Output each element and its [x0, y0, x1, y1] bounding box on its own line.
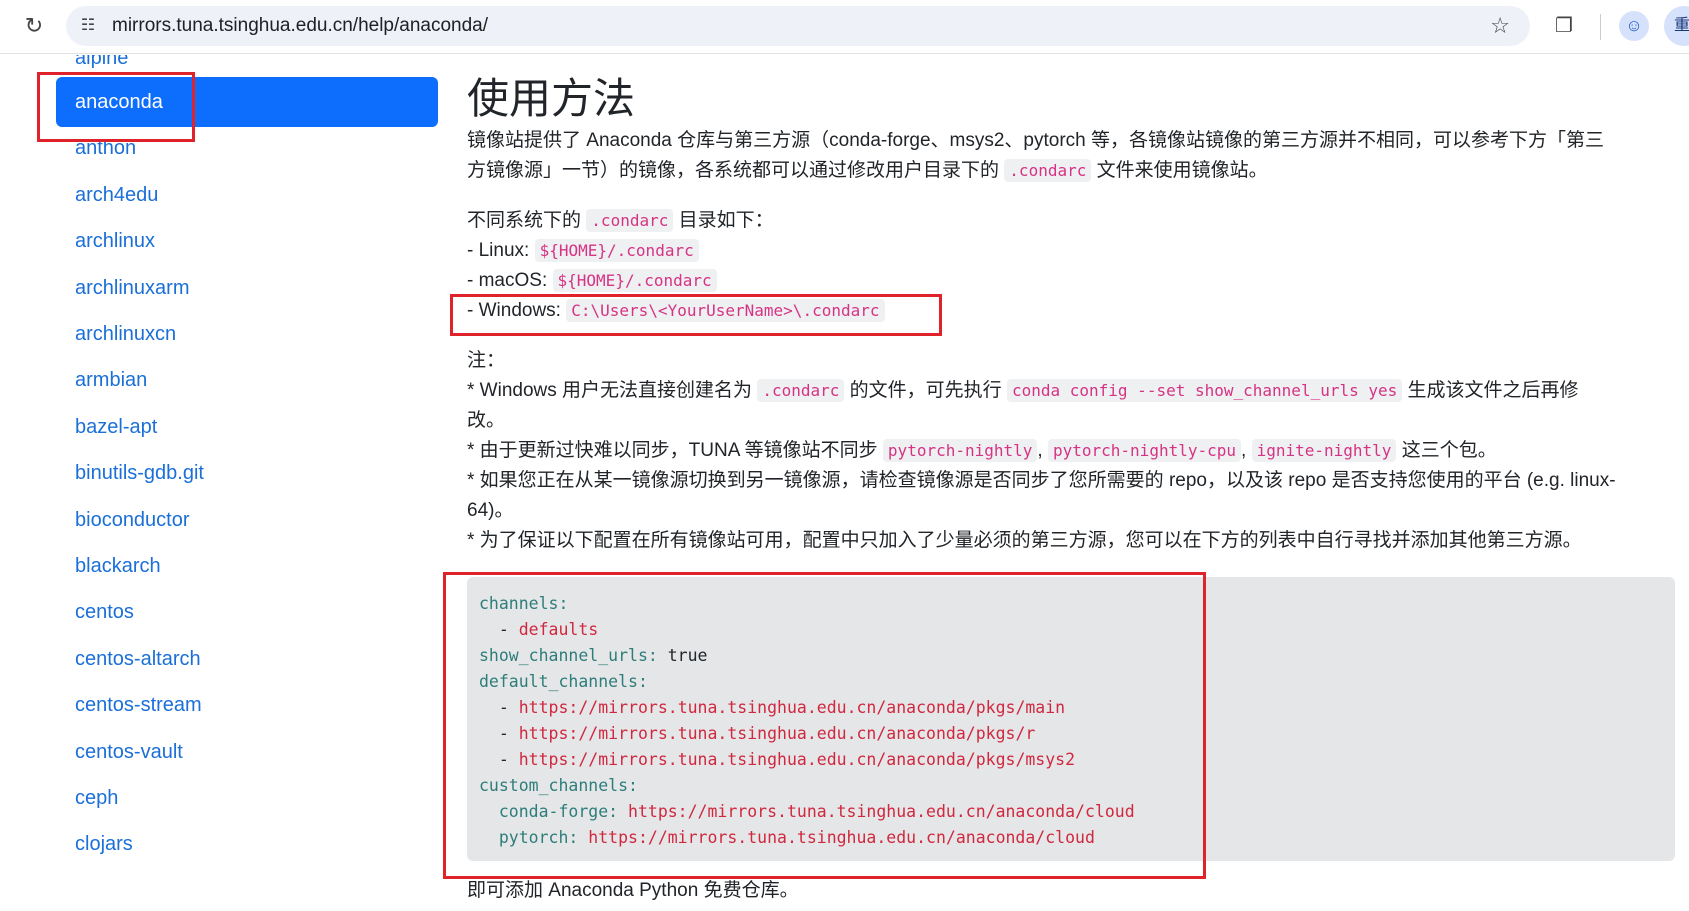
- note-3: * 如果您正在从某一镜像源切换到另一镜像源，请检查镜像源是否同步了您所需要的 r…: [467, 470, 1616, 491]
- sidebar-item-arch4edu[interactable]: arch4edu: [56, 170, 438, 220]
- note-3-cont: 64)。: [467, 500, 514, 521]
- toolbar-divider: [1600, 14, 1601, 40]
- code-line: - https://mirrors.tuna.tsinghua.edu.cn/a…: [479, 724, 1036, 743]
- address-bar[interactable]: ☷ mirrors.tuna.tsinghua.edu.cn/help/anac…: [66, 6, 1530, 46]
- code-line: - https://mirrors.tuna.tsinghua.edu.cn/a…: [479, 750, 1076, 769]
- note-1-cont: 改。: [467, 410, 506, 431]
- page-title: 使用方法: [467, 74, 636, 123]
- intro-line-2: 方镜像源」一节）的镜像，各系统都可以通过修改用户目录下的 .condarc 文件…: [467, 159, 1268, 182]
- notes-heading: 注：: [467, 350, 506, 371]
- inline-code-macos-path: ${HOME}/.condarc: [552, 269, 717, 292]
- inline-code-condarc: .condarc: [586, 209, 674, 232]
- sidebar-item-armbian[interactable]: armbian: [56, 355, 438, 405]
- profile-avatar-icon[interactable]: ☺: [1619, 11, 1649, 41]
- sidebar-item-centos-altarch[interactable]: centos-altarch: [56, 634, 438, 684]
- url-text[interactable]: mirrors.tuna.tsinghua.edu.cn/help/anacon…: [112, 15, 488, 37]
- sidebar-item-archlinuxarm[interactable]: archlinuxarm: [56, 263, 438, 313]
- sidebar-item-bioconductor[interactable]: bioconductor: [56, 495, 438, 545]
- dir-macos: - macOS: ${HOME}/.condarc: [467, 266, 717, 296]
- sidebar-item-centos-vault[interactable]: centos-vault: [56, 727, 438, 777]
- inline-code-conda-config: conda config --set show_channel_urls yes: [1006, 379, 1403, 402]
- sidebar-item-clojars[interactable]: clojars: [56, 819, 438, 869]
- profile-menu-button[interactable]: 重: [1664, 6, 1689, 46]
- inline-code-pytorch-nightly-cpu: pytorch-nightly-cpu: [1047, 439, 1242, 462]
- sidebar-item-archlinuxcn[interactable]: archlinuxcn: [56, 309, 438, 359]
- sidebar-item-centos[interactable]: centos: [56, 587, 438, 637]
- inline-code-ignite-nightly: ignite-nightly: [1251, 439, 1397, 462]
- dir-windows: - Windows: C:\Users\<YourUserName>\.cond…: [467, 296, 885, 326]
- code-line: - https://mirrors.tuna.tsinghua.edu.cn/a…: [479, 698, 1066, 717]
- code-line: channels:: [479, 594, 569, 613]
- code-line: show_channel_urls: true: [479, 646, 708, 665]
- code-line: pytorch: https://mirrors.tuna.tsinghua.e…: [479, 828, 1095, 847]
- intro-line-1: 镜像站提供了 Anaconda 仓库与第三方源（conda-forge、msys…: [467, 130, 1605, 151]
- note-4: * 为了保证以下配置在所有镜像站可用，配置中只加入了少量必须的第三方源，您可以在…: [467, 530, 1582, 551]
- inline-code-windows-path: C:\Users\<YourUserName>\.condarc: [566, 299, 885, 322]
- reload-icon[interactable]: ↻: [20, 12, 48, 40]
- code-line: custom_channels:: [479, 776, 638, 795]
- bookmark-star-icon[interactable]: ☆: [1490, 13, 1510, 39]
- note-1: * Windows 用户无法直接创建名为 .condarc 的文件，可先执行 c…: [467, 379, 1579, 402]
- main-content: 使用方法 镜像站提供了 Anaconda 仓库与第三方源（conda-forge…: [467, 55, 1689, 911]
- inline-code-linux-path: ${HOME}/.condarc: [534, 239, 699, 262]
- sidebar-item-blackarch[interactable]: blackarch: [56, 541, 438, 591]
- mirror-sidebar: alpine anaconda anthon arch4edu archlinu…: [56, 55, 438, 911]
- extensions-icon[interactable]: ❐: [1550, 12, 1578, 40]
- code-line: default_channels:: [479, 672, 648, 691]
- sidebar-item-anaconda[interactable]: anaconda: [56, 77, 438, 127]
- inline-code-condarc: .condarc: [757, 379, 845, 402]
- inline-code-pytorch-nightly: pytorch-nightly: [882, 439, 1038, 462]
- site-settings-icon[interactable]: ☷: [78, 16, 98, 36]
- condarc-code-block[interactable]: channels: - defaults show_channel_urls: …: [467, 577, 1675, 861]
- browser-toolbar: ↻ ☷ mirrors.tuna.tsinghua.edu.cn/help/an…: [0, 0, 1689, 54]
- sidebar-item-centos-stream[interactable]: centos-stream: [56, 680, 438, 730]
- sidebar-item-anthon[interactable]: anthon: [56, 123, 438, 173]
- dirs-heading: 不同系统下的 .condarc 目录如下：: [467, 209, 774, 232]
- sidebar-item-binutils-gdb[interactable]: binutils-gdb.git: [56, 448, 438, 498]
- code-line: - defaults: [479, 620, 599, 639]
- inline-code-condarc: .condarc: [1004, 159, 1092, 182]
- code-line: conda-forge: https://mirrors.tuna.tsingh…: [479, 802, 1135, 821]
- dir-linux: - Linux: ${HOME}/.condarc: [467, 236, 699, 266]
- sidebar-item-ceph[interactable]: ceph: [56, 773, 438, 823]
- footer-text: 即可添加 Anaconda Python 免费仓库。: [467, 880, 799, 901]
- sidebar-item-archlinux[interactable]: archlinux: [56, 216, 438, 266]
- sidebar-item-bazel-apt[interactable]: bazel-apt: [56, 402, 438, 452]
- note-2: * 由于更新过快难以同步，TUNA 等镜像站不同步 pytorch-nightl…: [467, 439, 1497, 462]
